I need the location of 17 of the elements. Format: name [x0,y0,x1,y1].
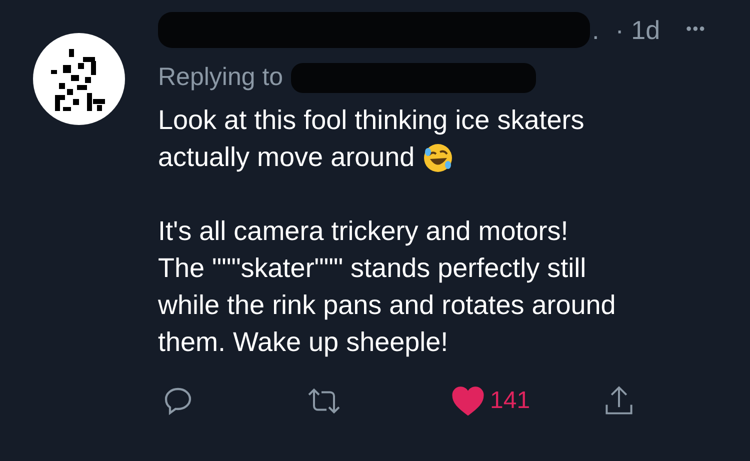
avatar-icon [33,33,125,125]
tweet-text-line: while the rink pans and rotates around [158,289,616,322]
replying-to-text: Replying to [158,62,284,94]
tweet-text-line: them. Wake up sheeple! [158,326,448,359]
name-ellipsis: . [592,14,600,46]
like-count: 141 [490,386,530,416]
tweet-text-line: It's all camera trickery and motors! [158,215,568,248]
tweet-text-line: actually move around [158,141,415,174]
tweet-text-line: The """skater""" stands perfectly still [158,252,586,285]
tweet-text-line: Look at this fool thinking ice skaters [158,104,584,137]
more-button[interactable]: ••• [686,18,706,42]
reply-icon[interactable] [162,385,194,417]
heart-icon[interactable] [452,386,484,416]
share-icon[interactable] [604,385,634,417]
laughing-face-icon [422,142,453,172]
retweet-icon[interactable] [306,386,342,416]
timestamp: · 1d [615,14,660,46]
